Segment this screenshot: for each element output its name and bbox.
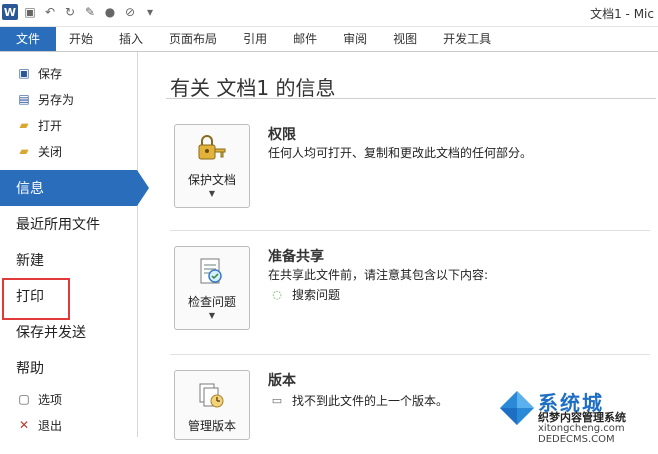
prepare-share-section: 检查问题 ▼ 准备共享 在共享此文件前，请注意其包含以下内容: ◌ 搜索问题: [174, 246, 658, 336]
permissions-description: 任何人均可打开、复制和更改此文档的任何部分。: [268, 146, 533, 160]
loading-spinner-icon: ◌: [272, 288, 282, 301]
protect-document-label: 保护文档: [187, 173, 236, 187]
open-folder-icon: ▰: [19, 118, 29, 132]
open-command[interactable]: ▰ 打开: [0, 112, 137, 138]
close-label: 关闭: [38, 144, 63, 159]
section-divider: [170, 354, 650, 355]
watermark-logo-icon: [500, 391, 534, 425]
nav-help[interactable]: 帮助: [0, 350, 137, 386]
backstage-sidebar: ▣ 保存 ▤ 另存为 ▰ 打开 ▰ 关闭 信息 最近所用文件 新建 打印 保存并…: [0, 52, 149, 438]
chevron-down-icon: ▼: [208, 189, 216, 198]
options-command[interactable]: ▢ 选项: [0, 386, 137, 412]
format-painter-icon[interactable]: ✎: [82, 4, 98, 20]
title-divider: [166, 98, 656, 99]
save-as-command[interactable]: ▤ 另存为: [0, 86, 137, 112]
print-highlight-box: [2, 278, 70, 320]
section-divider: [170, 230, 650, 231]
info-panel: 有关 文档1 的信息 保护文档 ▼ 权限 任何人均可打开、复制和更改此文档的任何…: [150, 52, 658, 440]
searching-issues-item: ◌ 搜索问题: [270, 286, 340, 303]
chevron-down-icon: ▼: [208, 311, 216, 320]
save-command[interactable]: ▣ 保存: [0, 60, 137, 86]
options-label: 选项: [38, 392, 63, 407]
exit-icon: ✕: [18, 418, 30, 432]
prepare-share-title: 准备共享: [268, 249, 324, 265]
open-label: 打开: [38, 118, 63, 133]
tab-mailings[interactable]: 邮件: [280, 27, 330, 51]
no-icon[interactable]: ⊘: [122, 4, 138, 20]
exit-command[interactable]: ✕ 退出: [0, 412, 137, 438]
customize-dropdown-icon[interactable]: ▾: [142, 4, 158, 20]
versions-title: 版本: [268, 373, 296, 389]
no-previous-version-item: ▭ 找不到此文件的上一个版本。: [270, 392, 448, 409]
watermark-url: xitongcheng.com DEDECMS.COM: [538, 423, 658, 445]
watermark: 系统城 织梦内容管理系统 xitongcheng.com DEDECMS.COM: [498, 385, 658, 445]
searching-issues-label: 搜索问题: [292, 288, 341, 302]
word-app-icon[interactable]: W: [2, 4, 18, 20]
save-icon: ▣: [18, 66, 30, 80]
page-title: 有关 文档1 的信息: [170, 76, 336, 100]
check-issues-label: 检查问题: [187, 295, 236, 309]
manage-versions-button[interactable]: 管理版本: [174, 370, 250, 440]
document-title: 文档1 - Mic: [590, 7, 654, 21]
tab-references[interactable]: 引用: [230, 27, 280, 51]
ribbon-tabs: 文件 开始 插入 页面布局 引用 邮件 审阅 视图 开发工具: [0, 27, 658, 52]
prepare-share-description: 在共享此文件前，请注意其包含以下内容:: [268, 268, 489, 282]
nav-recent[interactable]: 最近所用文件: [0, 206, 137, 242]
title-bar: W ▣ ↶ ↻ ✎ ● ⊘ ▾ 文档1 - Mic: [0, 0, 658, 27]
protect-document-button[interactable]: 保护文档 ▼: [174, 124, 250, 208]
permissions-title: 权限: [268, 127, 296, 143]
circle-icon[interactable]: ●: [102, 4, 118, 20]
tab-developer[interactable]: 开发工具: [430, 27, 504, 51]
tab-page-layout[interactable]: 页面布局: [156, 27, 230, 51]
tab-insert[interactable]: 插入: [106, 27, 156, 51]
permissions-section: 保护文档 ▼ 权限 任何人均可打开、复制和更改此文档的任何部分。: [174, 124, 658, 214]
document-icon: ▭: [271, 394, 283, 407]
nav-info[interactable]: 信息: [0, 170, 149, 206]
nav-new[interactable]: 新建: [0, 242, 137, 278]
tab-home[interactable]: 开始: [56, 27, 106, 51]
check-issues-button[interactable]: 检查问题 ▼: [174, 246, 250, 330]
tab-review[interactable]: 审阅: [330, 27, 380, 51]
tab-file[interactable]: 文件: [0, 27, 57, 51]
close-command[interactable]: ▰ 关闭: [0, 138, 137, 164]
inspect-document-icon: [200, 258, 222, 284]
redo-icon[interactable]: ↻: [62, 4, 78, 20]
close-folder-icon: ▰: [19, 144, 29, 158]
undo-icon[interactable]: ↶: [42, 4, 58, 20]
options-icon: ▢: [18, 392, 30, 406]
save-label: 保存: [38, 66, 63, 81]
watermark-url-2: DEDECMS.COM: [538, 434, 615, 445]
watermark-url-1: xitongcheng.com: [538, 423, 625, 434]
manage-versions-label: 管理版本: [187, 419, 236, 433]
lock-key-icon: [198, 135, 226, 160]
no-previous-version-label: 找不到此文件的上一个版本。: [292, 394, 449, 408]
save-icon[interactable]: ▣: [22, 4, 38, 20]
save-as-label: 另存为: [38, 92, 75, 107]
exit-label: 退出: [38, 418, 63, 433]
manage-versions-icon: [199, 383, 224, 408]
tab-view[interactable]: 视图: [380, 27, 430, 51]
quick-access-toolbar: W ▣ ↶ ↻ ✎ ● ⊘ ▾: [2, 4, 162, 20]
save-as-icon: ▤: [18, 92, 30, 106]
